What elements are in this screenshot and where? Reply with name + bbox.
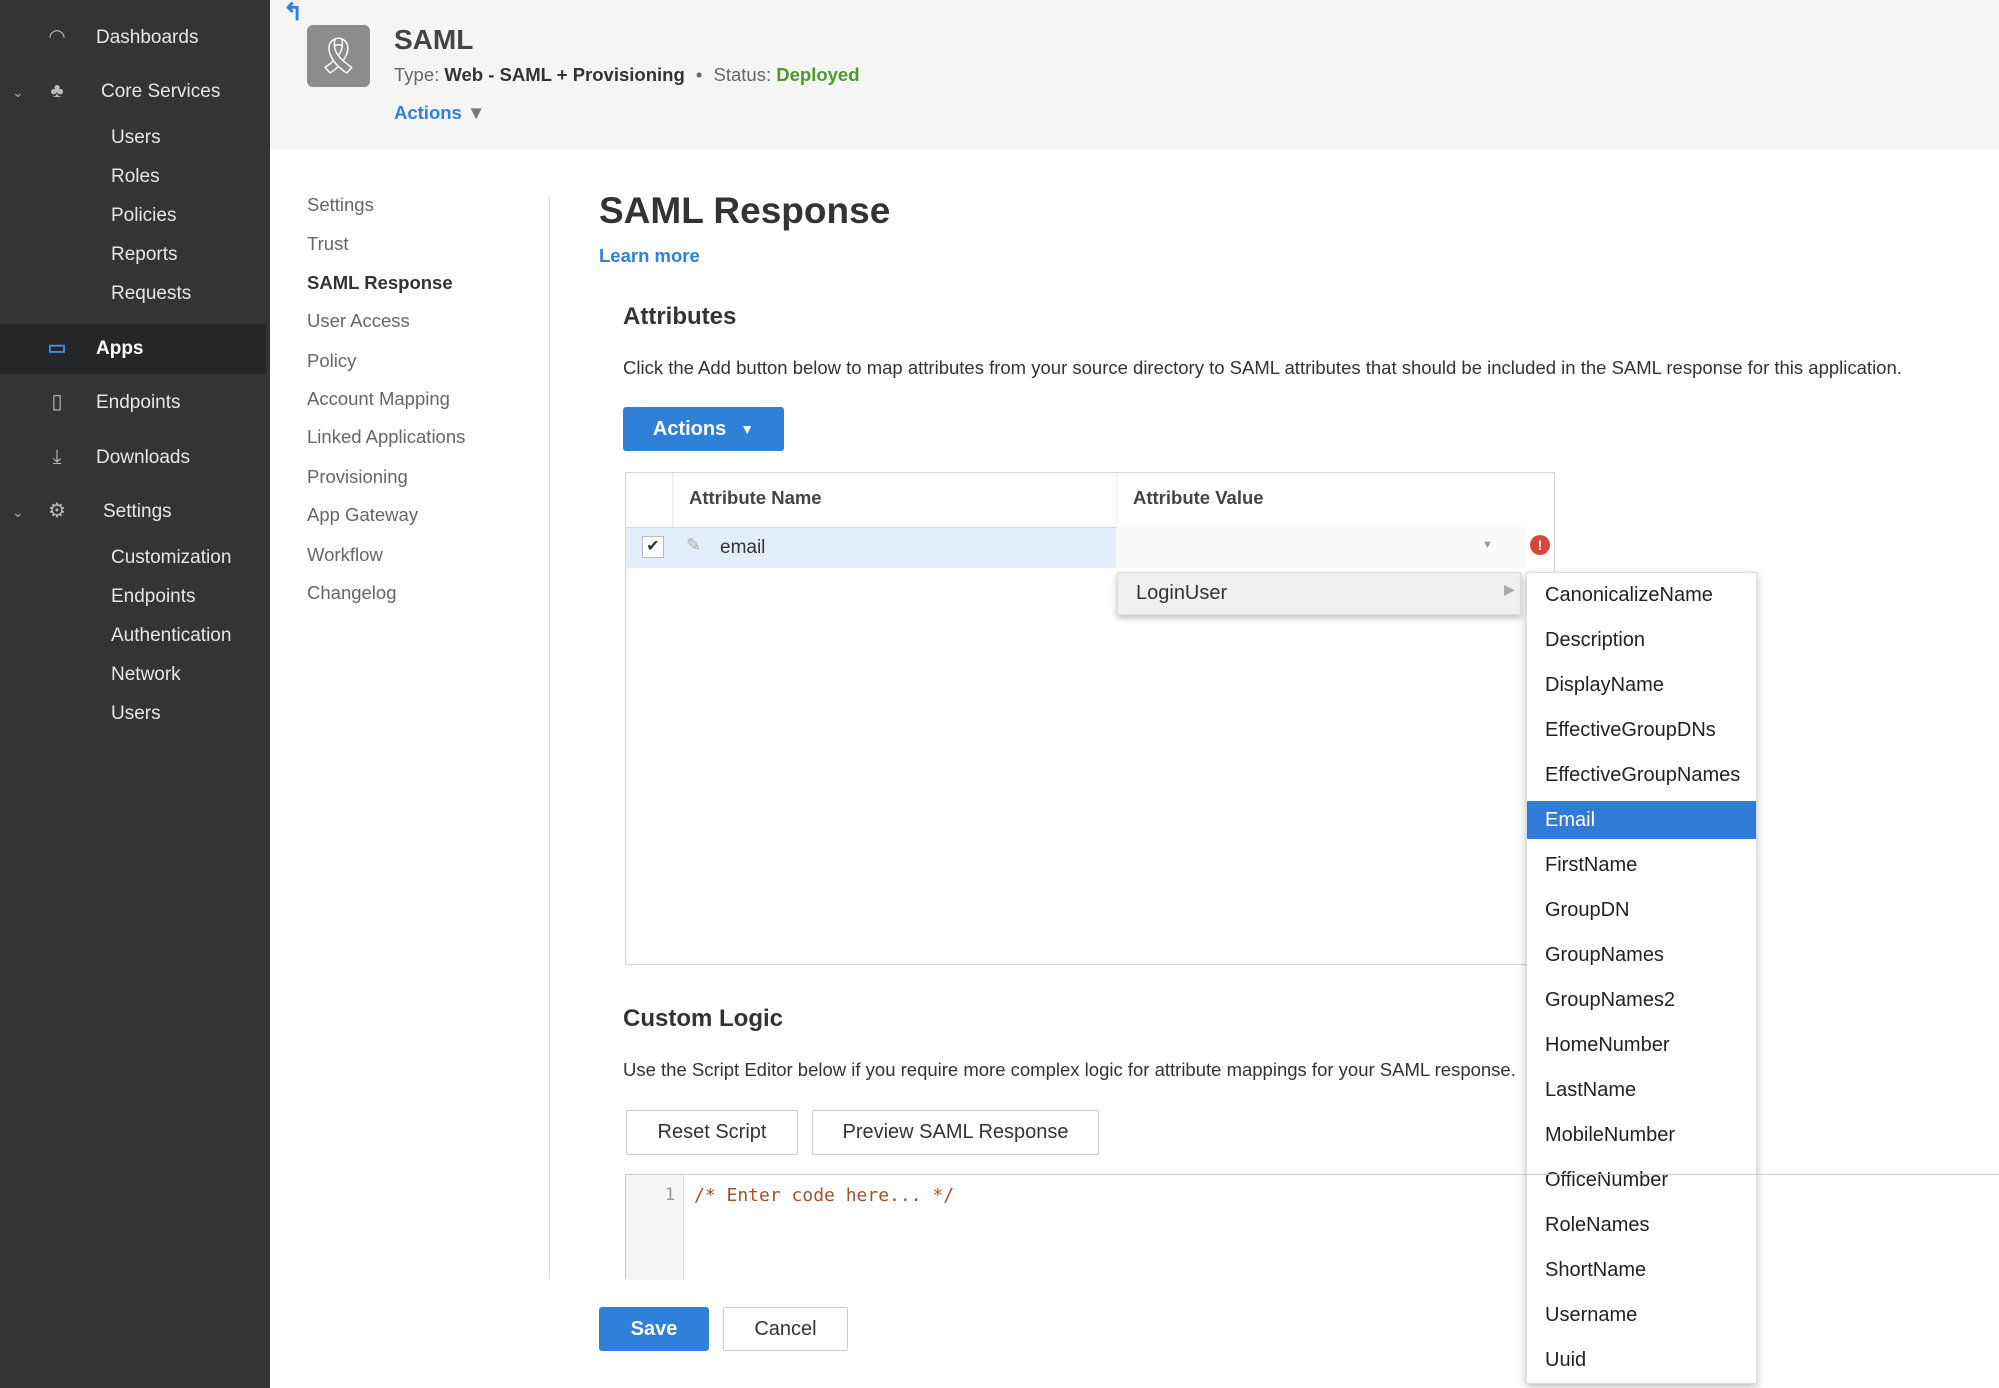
gear-icon: ⚙ [48, 500, 66, 522]
back-arrow-icon[interactable]: ↰ [283, 0, 303, 27]
subnav-user-access[interactable]: User Access [307, 310, 410, 332]
subnav-linked-applications[interactable]: Linked Applications [307, 426, 465, 448]
attribute-value-select[interactable]: ▼ [1116, 527, 1526, 568]
table-row[interactable]: ✔ ✎ email [626, 527, 1116, 568]
subnav-app-gateway[interactable]: App Gateway [307, 504, 418, 526]
chevron-down-icon: ⌄ [12, 84, 24, 100]
submenu-item-mobilenumber[interactable]: MobileNumber [1527, 1116, 1756, 1154]
sidebar-subitem-roles[interactable]: Roles [111, 166, 160, 188]
app-meta: Type: Web - SAML + Provisioning • Status… [394, 64, 860, 85]
caret-down-icon: ▼ [1482, 539, 1493, 551]
attributes-heading: Attributes [623, 303, 737, 330]
page-title: SAML Response [599, 190, 891, 231]
caret-down-icon: ▼ [466, 102, 486, 123]
pencil-icon[interactable]: ✎ [686, 535, 701, 556]
sidebar-subitem-requests[interactable]: Requests [111, 283, 191, 305]
menu-item-loginuser[interactable]: LoginUser ▶ [1117, 572, 1521, 615]
subnav-account-mapping[interactable]: Account Mapping [307, 388, 450, 410]
preview-saml-response-button[interactable]: Preview SAML Response [812, 1110, 1099, 1155]
line-number: 1 [664, 1185, 675, 1205]
script-editor[interactable]: 1 /* Enter code here... */ [625, 1174, 1999, 1280]
subnav-trust[interactable]: Trust [307, 233, 348, 255]
status-badge: Deployed [776, 64, 860, 85]
submenu-item-homenumber[interactable]: HomeNumber [1527, 1026, 1756, 1064]
certificate-icon: 🎗 [307, 25, 370, 87]
download-icon: ⤓ [52, 446, 62, 468]
save-button[interactable]: Save [599, 1307, 709, 1351]
cancel-button[interactable]: Cancel [723, 1307, 848, 1351]
attributes-table: Attribute Name Attribute Value ✔ ✎ email… [625, 472, 1555, 965]
reset-script-button[interactable]: Reset Script [626, 1110, 798, 1155]
submenu-item-groupnames[interactable]: GroupNames [1527, 936, 1756, 974]
error-icon: ! [1530, 535, 1550, 555]
sidebar-subitem-reports[interactable]: Reports [111, 244, 178, 266]
submenu-item-effectivegroupdns[interactable]: EffectiveGroupDNs [1527, 711, 1756, 749]
submenu-item-groupnames2[interactable]: GroupNames2 [1527, 981, 1756, 1019]
column-header-value[interactable]: Attribute Value [1133, 487, 1264, 509]
attributes-description: Click the Add button below to map attrib… [623, 357, 1902, 378]
submenu-item-firstname[interactable]: FirstName [1527, 846, 1756, 884]
col-divider [1116, 473, 1117, 527]
apps-icon: ▭ [47, 337, 67, 359]
submenu-item-username[interactable]: Username [1527, 1296, 1756, 1334]
col-divider [672, 473, 673, 527]
editor-gutter: 1 [626, 1175, 684, 1280]
subnav-changelog[interactable]: Changelog [307, 582, 397, 604]
caret-down-icon: ▼ [740, 421, 755, 437]
chevron-down-icon: ⌄ [12, 504, 24, 520]
custom-logic-heading: Custom Logic [623, 1005, 783, 1032]
attribute-name-cell[interactable]: email [720, 537, 765, 559]
column-header-name[interactable]: Attribute Name [689, 487, 822, 509]
gauge-icon: ◠ [48, 26, 66, 48]
sidebar-subitem-network[interactable]: Network [111, 664, 181, 686]
row-checkbox[interactable]: ✔ [642, 536, 664, 558]
submenu-item-uuid[interactable]: Uuid [1527, 1341, 1756, 1379]
subnav-policy[interactable]: Policy [307, 350, 356, 372]
chevron-right-icon: ▶ [1504, 581, 1515, 597]
learn-more-link[interactable]: Learn more [599, 245, 700, 267]
custom-logic-description: Use the Script Editor below if you requi… [623, 1059, 1516, 1080]
sidebar-subitem-endpoints[interactable]: Endpoints [111, 586, 196, 608]
subnav-workflow[interactable]: Workflow [307, 544, 383, 566]
subnav-saml-response[interactable]: SAML Response [307, 272, 453, 294]
mobile-icon: ▯ [51, 391, 63, 413]
submenu-item-email[interactable]: Email [1527, 801, 1756, 839]
code-line[interactable]: /* Enter code here... */ [694, 1185, 954, 1206]
subnav-settings[interactable]: Settings [307, 194, 374, 216]
sidebar-subitem-customization[interactable]: Customization [111, 547, 231, 569]
sidebar-subitem-policies[interactable]: Policies [111, 205, 176, 227]
sidebar-subitem-authentication[interactable]: Authentication [111, 625, 231, 647]
header-actions-menu[interactable]: Actions ▼ [394, 102, 485, 124]
submenu-item-effectivegroupnames[interactable]: EffectiveGroupNames [1527, 756, 1756, 794]
subnav-provisioning[interactable]: Provisioning [307, 466, 408, 488]
core-services-icon: ♣ [50, 80, 64, 102]
app-title: SAML [394, 24, 474, 55]
submenu-item-canonicalizename[interactable]: CanonicalizeName [1527, 576, 1756, 614]
sidebar-subitem-users[interactable]: Users [111, 127, 161, 149]
submenu-item-description[interactable]: Description [1527, 621, 1756, 659]
submenu-item-lastname[interactable]: LastName [1527, 1071, 1756, 1109]
sidebar: ◠ Dashboards ⌄ ♣ Core Services Users Roles … [0, 0, 270, 1388]
divider [549, 198, 550, 1279]
submenu-item-displayname[interactable]: DisplayName [1527, 666, 1756, 704]
attributes-actions-button[interactable]: Actions ▼ [623, 407, 784, 451]
sidebar-subitem-users[interactable]: Users [111, 703, 161, 725]
submenu-item-groupdn[interactable]: GroupDN [1527, 891, 1756, 929]
app-type: Web - SAML + Provisioning [444, 64, 685, 85]
